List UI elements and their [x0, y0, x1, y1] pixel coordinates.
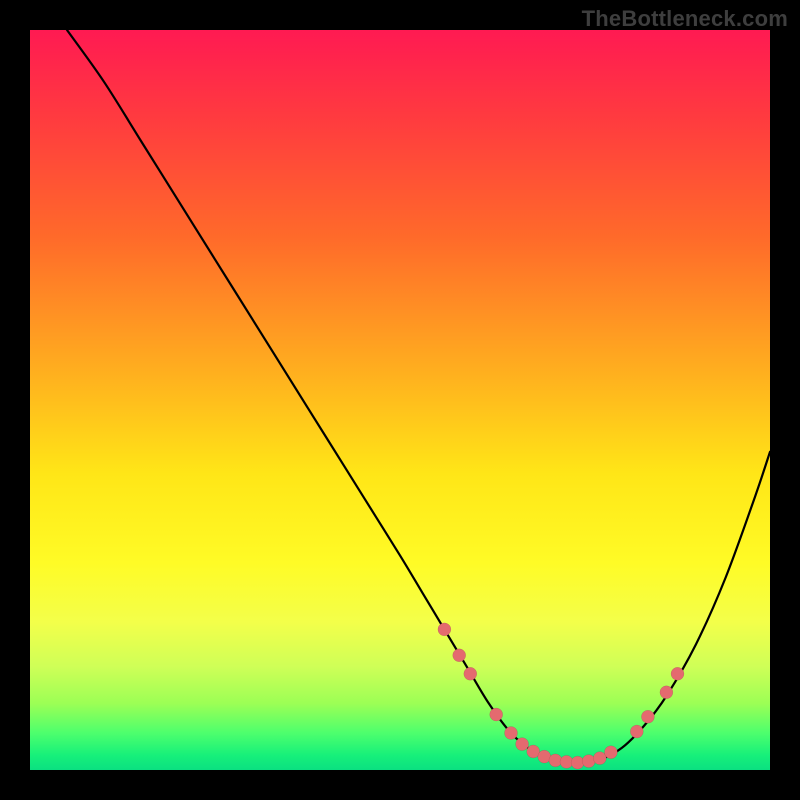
highlight-point [438, 623, 451, 636]
watermark-text: TheBottleneck.com [582, 6, 788, 32]
plot-area [30, 30, 770, 770]
highlight-point [604, 746, 617, 759]
highlight-markers [438, 623, 684, 769]
curve-svg [30, 30, 770, 770]
bottleneck-curve [67, 30, 770, 763]
highlight-point [490, 708, 503, 721]
highlight-point [660, 686, 673, 699]
chart-frame: TheBottleneck.com [0, 0, 800, 800]
highlight-point [630, 725, 643, 738]
highlight-point [516, 738, 529, 751]
highlight-point [671, 667, 684, 680]
highlight-point [464, 667, 477, 680]
highlight-point [453, 649, 466, 662]
highlight-point [641, 710, 654, 723]
highlight-point [505, 727, 518, 740]
